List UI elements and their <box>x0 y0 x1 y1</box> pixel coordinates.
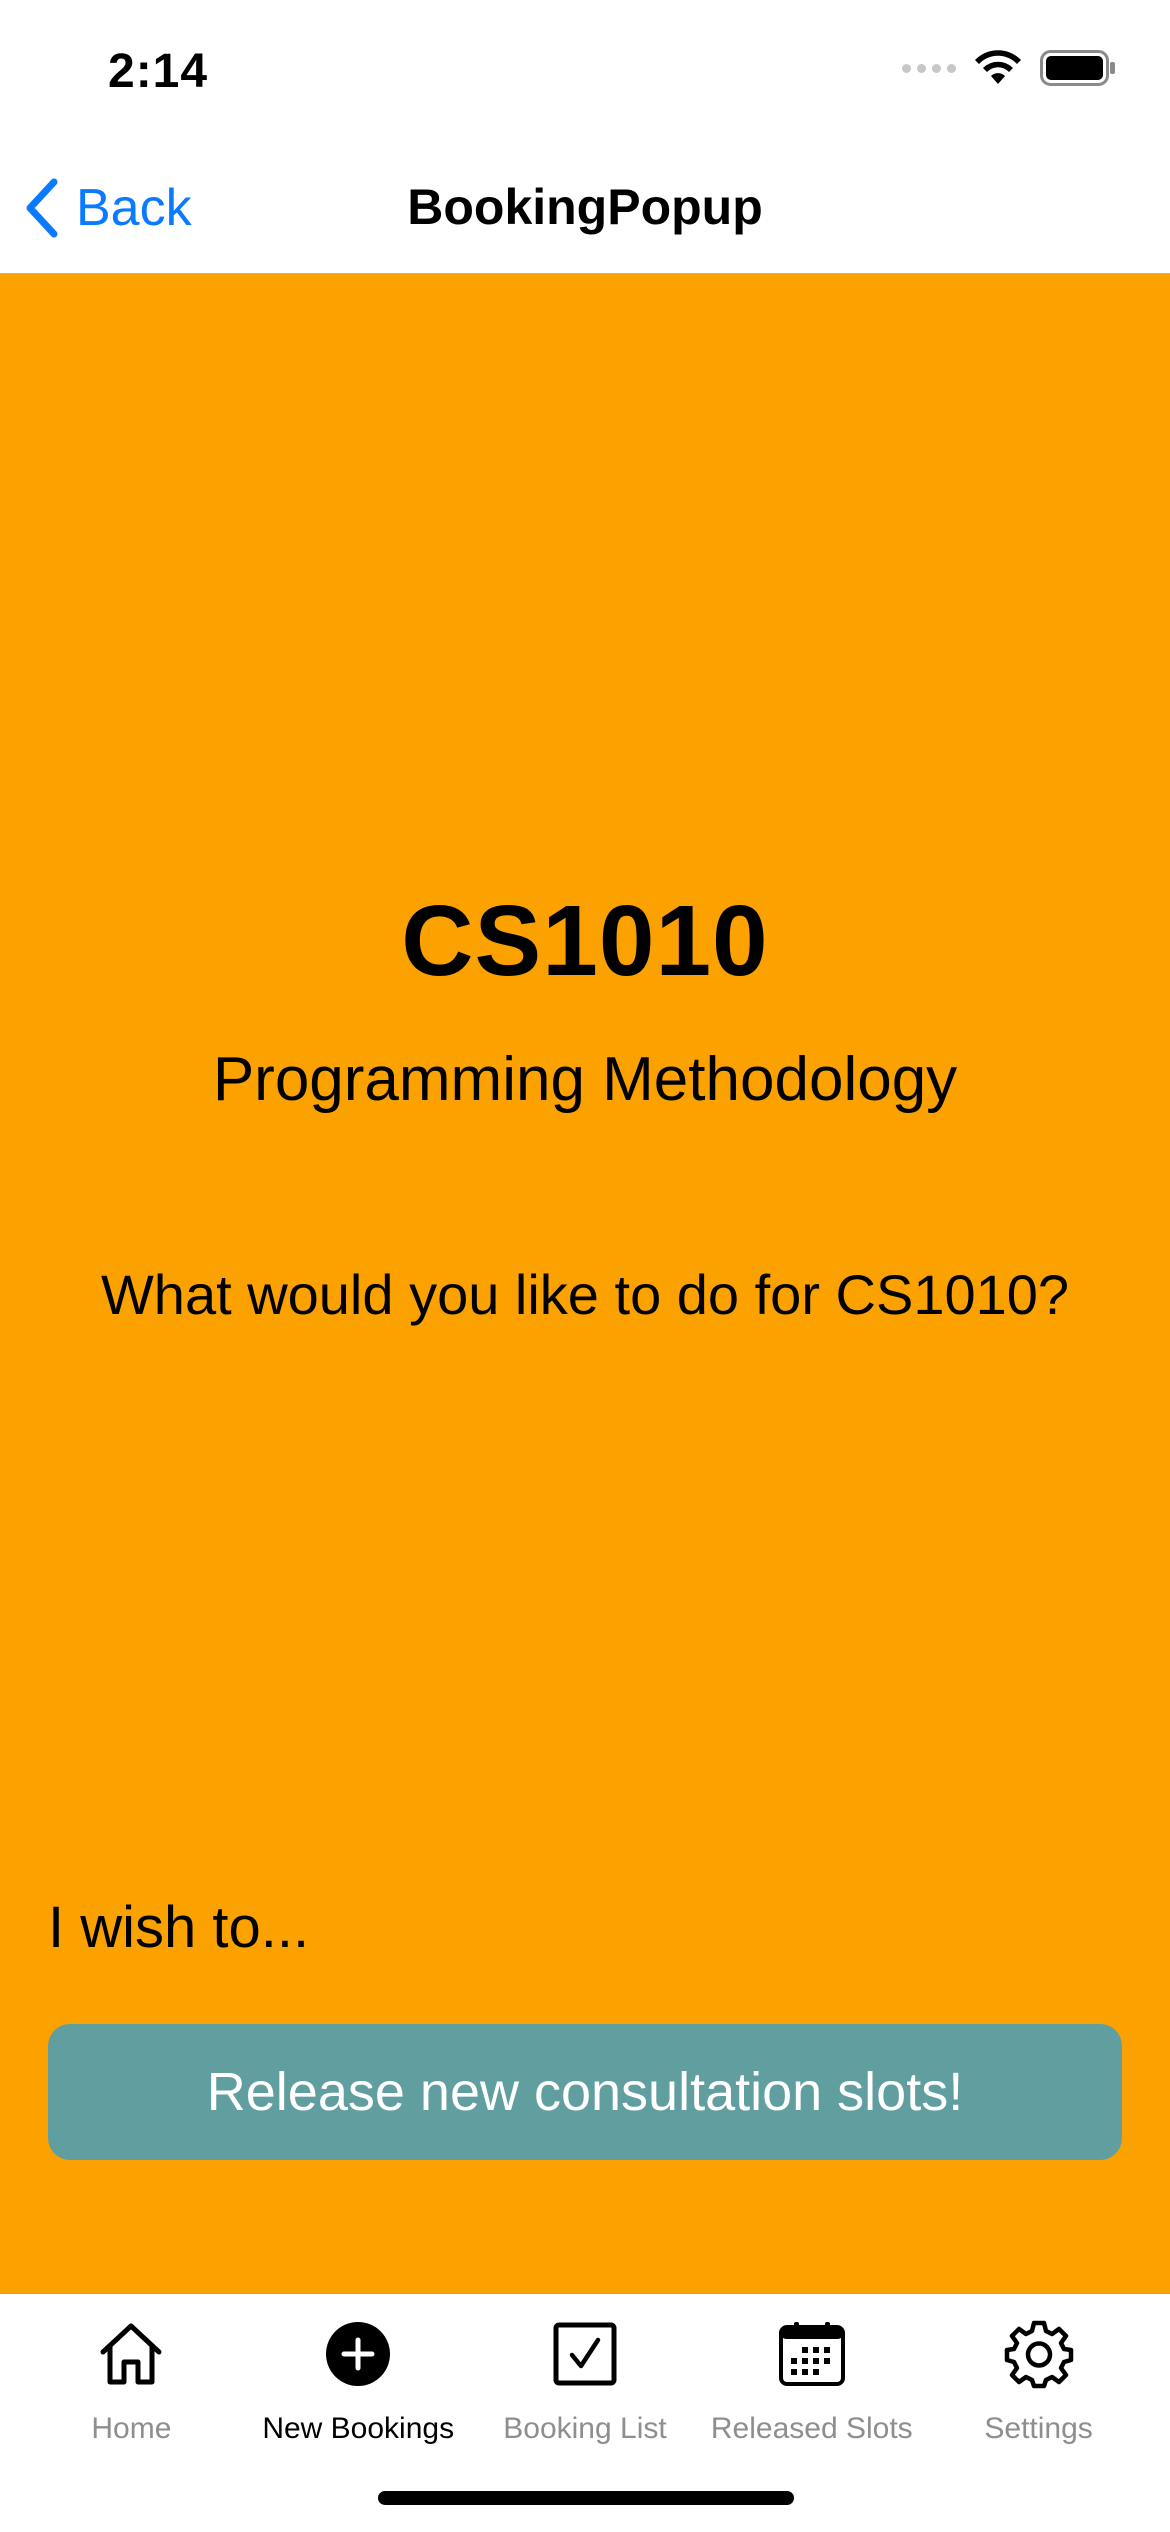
house-icon <box>91 2314 171 2394</box>
tab-settings[interactable]: Settings <box>925 2314 1152 2532</box>
status-time: 2:14 <box>108 45 209 98</box>
checkbox-icon <box>545 2314 625 2394</box>
course-code: CS1010 <box>401 885 769 997</box>
tab-label: New Bookings <box>262 2412 455 2445</box>
plus-circle-icon <box>318 2314 398 2394</box>
tab-label: Settings <box>984 2412 1093 2445</box>
booking-popup-content: CS1010 Programming Methodology What woul… <box>0 274 1170 2294</box>
navigation-bar: Back BookingPopup <box>0 150 1170 274</box>
wish-label: I wish to... <box>48 1895 310 1960</box>
question-text: What would you like to do for CS1010? <box>100 1263 1070 1326</box>
course-name: Programming Methodology <box>212 1045 958 1114</box>
page-title: BookingPopup <box>407 179 763 235</box>
wifi-icon <box>975 50 1021 84</box>
gear-icon <box>999 2314 1079 2394</box>
cellular-signal-icon <box>902 63 956 73</box>
home-indicator[interactable] <box>378 2491 794 2505</box>
battery-icon <box>1040 50 1115 86</box>
tab-home[interactable]: Home <box>18 2314 245 2532</box>
tab-label: Home <box>91 2412 172 2445</box>
release-slots-button[interactable]: Release new consultation slots! <box>48 2024 1122 2160</box>
calendar-icon <box>772 2314 852 2394</box>
tab-label: Released Slots <box>710 2412 913 2445</box>
status-bar: 2:14 <box>0 0 1170 150</box>
tab-label: Booking List <box>503 2412 667 2445</box>
status-icons <box>902 50 1116 86</box>
